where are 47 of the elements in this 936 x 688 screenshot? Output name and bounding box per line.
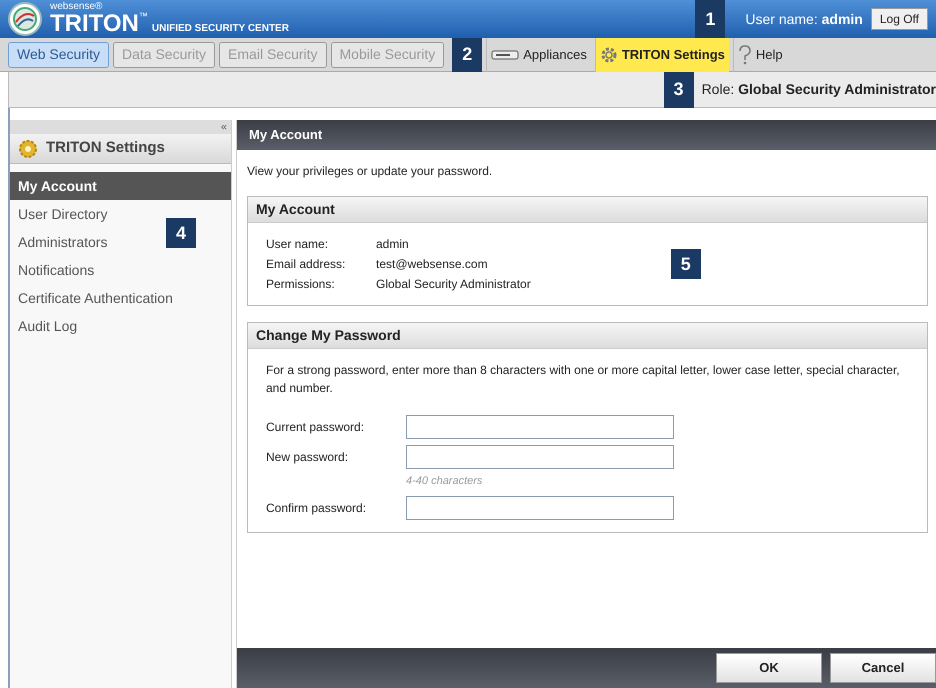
toolbar-button[interactable]: TRITON Settings <box>594 38 729 72</box>
log-off-button[interactable]: Log Off <box>870 8 928 30</box>
logo-icon <box>8 2 42 36</box>
section-title: Change My Password <box>248 323 927 349</box>
field-label: Confirm password: <box>266 500 368 516</box>
callout-badge: 4 <box>166 218 196 248</box>
sidebar-item[interactable]: User Directory <box>10 200 116 228</box>
callout-badge: 5 <box>670 249 701 279</box>
callout-badge: 1 <box>695 0 726 38</box>
callout-badge: 2 <box>452 38 482 72</box>
field-label: Permissions: <box>266 276 336 293</box>
brand-subtitle: UNIFIED SECURITY CENTER <box>152 24 289 34</box>
field-label: User name: <box>266 236 330 253</box>
sidebar-item[interactable]: Notifications <box>10 256 102 284</box>
field-value: test@websense.com <box>376 256 489 273</box>
intro-text: View your privileges or update your password. <box>247 163 494 180</box>
user-name-text: User name: admin <box>745 10 863 28</box>
trademark-mark: ™ <box>138 12 148 21</box>
password-field[interactable] <box>406 445 674 469</box>
field-value: admin <box>376 236 410 253</box>
collapse-button[interactable]: « <box>220 120 227 134</box>
password-field[interactable] <box>406 415 674 439</box>
brand-name: TRITON <box>50 12 139 36</box>
sidebar-item[interactable]: Administrators <box>10 228 116 256</box>
password-field[interactable] <box>406 496 674 520</box>
module-tab[interactable]: Web Security <box>8 42 109 68</box>
sidebar-title: TRITON Settings <box>46 138 165 158</box>
gear-icon <box>18 138 38 158</box>
field-value: Global Security Administrator <box>376 276 531 293</box>
sidebar-item[interactable]: My Account <box>10 172 231 200</box>
callout-badge: 3 <box>664 72 694 108</box>
field-label: New password: <box>266 449 350 466</box>
password-rules-text: For a strong password, enter more than 8 characters with one or more capital letter, lower case letter, special character, and number. <box>266 362 901 397</box>
sidebar-item[interactable]: Certificate Authentication <box>10 284 181 312</box>
appliance-icon <box>491 50 520 60</box>
field-label: Current password: <box>266 419 366 436</box>
brand-tagline: websense® <box>50 2 104 12</box>
page-title-bar: My Account <box>237 120 936 150</box>
role-text: Role: Global Security Administrator <box>702 80 936 99</box>
section-title: My Account <box>248 197 927 223</box>
footer-button[interactable]: Cancel <box>830 653 936 683</box>
hint-text: 4-40 characters <box>406 474 484 489</box>
footer-button[interactable]: OK <box>716 653 822 683</box>
help-icon <box>738 44 752 64</box>
gear-icon <box>600 46 618 64</box>
sidebar-item[interactable]: Audit Log <box>10 312 86 340</box>
field-label: Email address: <box>266 256 346 273</box>
